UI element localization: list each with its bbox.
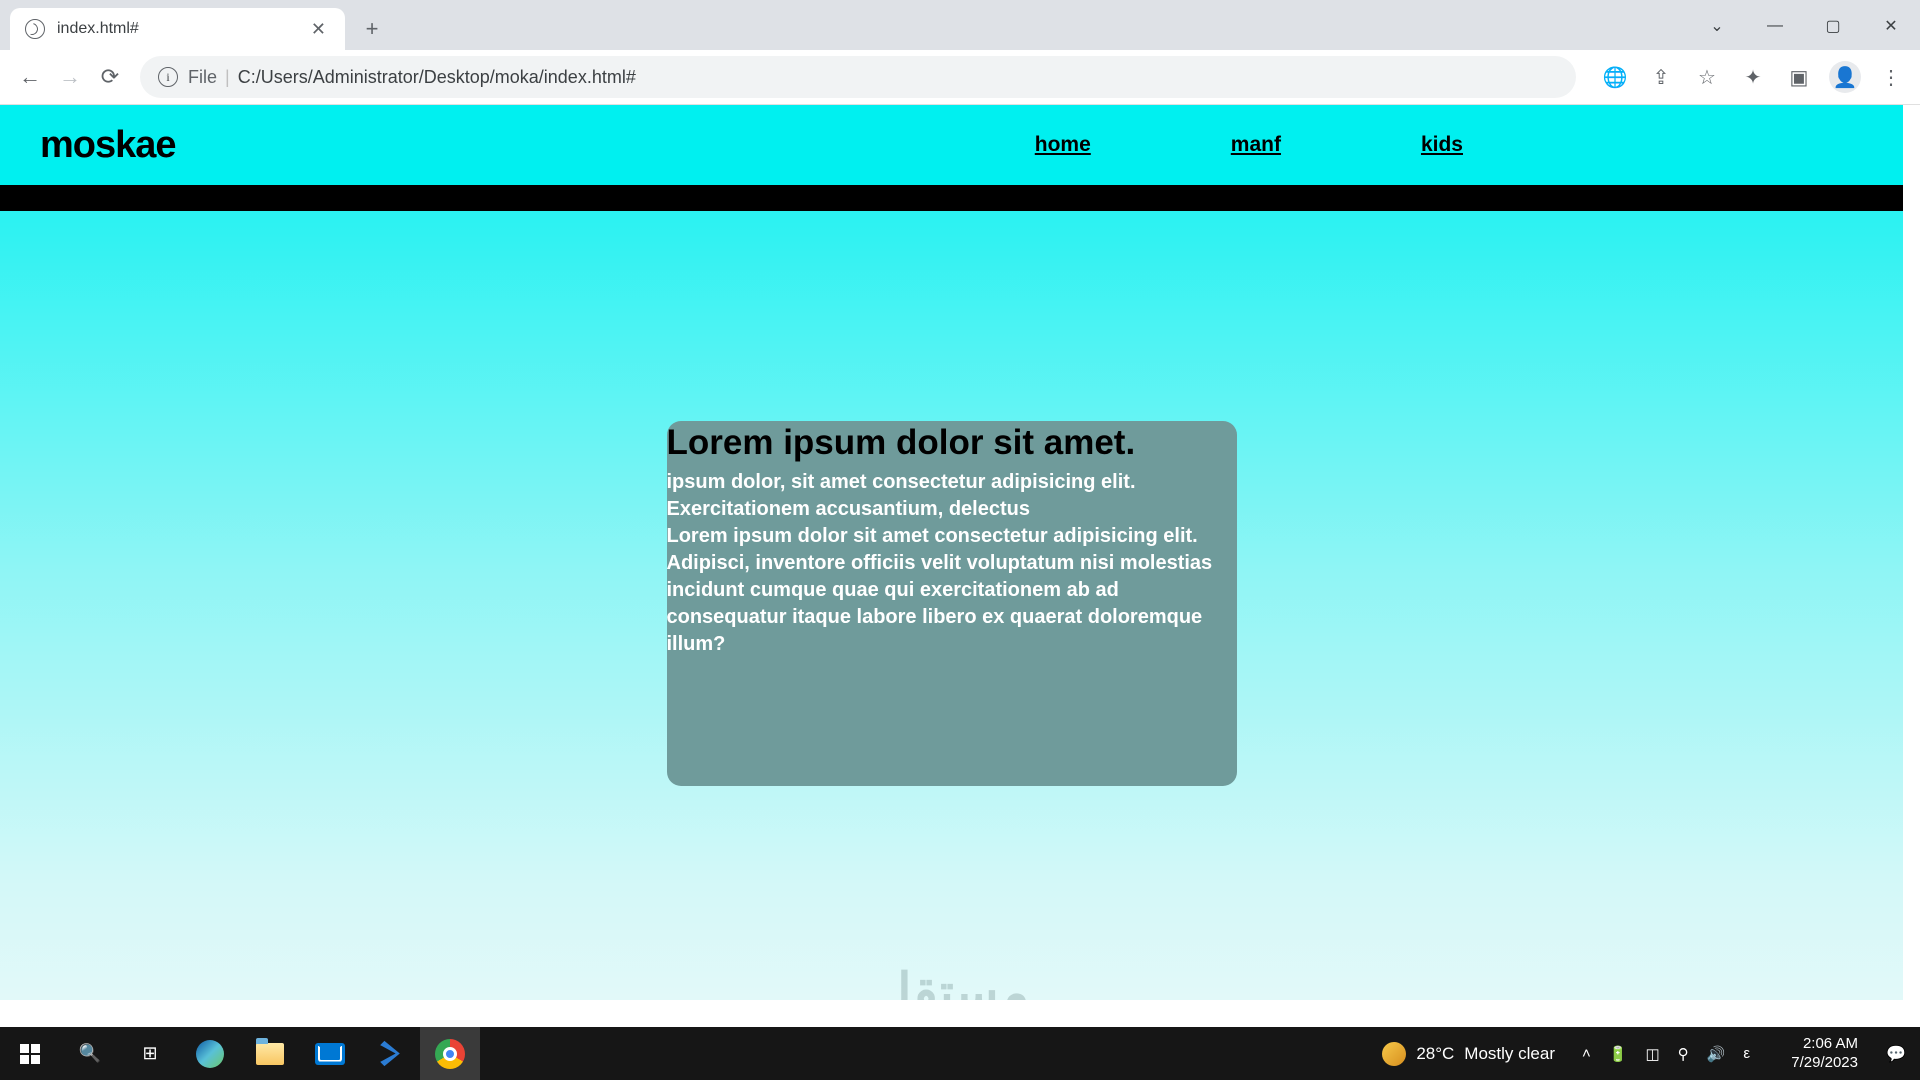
translate-icon[interactable]: 🌐 [1596, 58, 1634, 96]
minimize-button[interactable]: ― [1746, 5, 1804, 47]
main-nav: home manf kids [1035, 133, 1463, 157]
edge-icon [196, 1040, 224, 1068]
maximize-button[interactable]: ▢ [1804, 5, 1862, 47]
taskbar-app-mail[interactable] [300, 1027, 360, 1080]
nav-link-manf[interactable]: manf [1231, 133, 1281, 157]
windows-taskbar: 🔍 ⊞ 28°C Mostly clear ˄ 🔋 ◫ ⚲ 🔊 ε 2:06 A… [0, 1027, 1920, 1080]
divider-strip [0, 185, 1903, 211]
chrome-menu-icon[interactable]: ⋮ [1872, 58, 1910, 96]
windows-logo-icon [20, 1044, 40, 1064]
card-heading: Lorem ipsum dolor sit amet. [667, 421, 1237, 465]
address-bar[interactable]: i File | C:/Users/Administrator/Desktop/… [140, 56, 1576, 98]
tab-title: index.html# [57, 20, 307, 38]
battery-icon[interactable]: 🔋 [1609, 1045, 1628, 1063]
browser-toolbar: ← → ⟳ i File | C:/Users/Administrator/De… [0, 50, 1920, 105]
wifi-icon[interactable]: ⚲ [1678, 1045, 1689, 1063]
search-button[interactable]: 🔍 [60, 1027, 120, 1080]
tray-chevron-icon[interactable]: ˄ [1582, 1045, 1591, 1062]
side-panel-icon[interactable]: ▣ [1780, 58, 1818, 96]
browser-tab-strip: index.html# ✕ + ⌄ ― ▢ ✕ [0, 0, 1920, 50]
profile-button[interactable]: 👤 [1826, 58, 1864, 96]
reload-button[interactable]: ⟳ [90, 57, 130, 97]
webpage: moskae home manf kids Lorem ipsum dolor … [0, 105, 1903, 1000]
nav-link-kids[interactable]: kids [1421, 133, 1463, 157]
back-button[interactable]: ← [10, 57, 50, 97]
new-tab-button[interactable]: + [357, 14, 387, 44]
close-tab-icon[interactable]: ✕ [307, 19, 330, 40]
weather-widget[interactable]: 28°C Mostly clear [1367, 1042, 1570, 1066]
taskbar-app-edge[interactable] [180, 1027, 240, 1080]
task-view-button[interactable]: ⊞ [120, 1027, 180, 1080]
taskbar-app-explorer[interactable] [240, 1027, 300, 1080]
url-text: C:/Users/Administrator/Desktop/moka/inde… [238, 67, 636, 88]
page-viewport: moskae home manf kids Lorem ipsum dolor … [0, 105, 1920, 1000]
url-scheme-label: File [188, 67, 217, 88]
forward-button[interactable]: → [50, 57, 90, 97]
window-controls: ⌄ ― ▢ ✕ [1688, 5, 1920, 47]
card-paragraph-2: Lorem ipsum dolor sit amet consectetur a… [667, 523, 1237, 658]
share-icon[interactable]: ⇪ [1642, 58, 1680, 96]
hero-section: Lorem ipsum dolor sit amet. ipsum dolor,… [0, 211, 1903, 1000]
site-logo: moskae [40, 124, 176, 167]
taskbar-app-vscode[interactable] [360, 1027, 420, 1080]
weather-icon [1382, 1042, 1406, 1066]
tabs-dropdown-icon[interactable]: ⌄ [1688, 5, 1746, 47]
taskbar-clock[interactable]: 2:06 AM 7/29/2023 [1762, 1035, 1872, 1073]
nav-link-home[interactable]: home [1035, 133, 1091, 157]
clock-time: 2:06 AM [1776, 1035, 1858, 1054]
site-header: moskae home manf kids [0, 105, 1903, 185]
site-info-icon[interactable]: i [158, 67, 178, 87]
start-button[interactable] [0, 1027, 60, 1080]
weather-desc: Mostly clear [1464, 1044, 1555, 1064]
mail-icon [315, 1043, 345, 1065]
vscode-icon [376, 1040, 404, 1068]
weather-temp: 28°C [1416, 1044, 1454, 1064]
system-tray: ˄ 🔋 ◫ ⚲ 🔊 ε [1570, 1045, 1762, 1063]
watermark: مستقل mostaql.com [816, 965, 1087, 1000]
content-card: Lorem ipsum dolor sit amet. ipsum dolor,… [667, 421, 1237, 786]
action-center-button[interactable]: 💬 [1872, 1044, 1920, 1064]
meet-now-icon[interactable]: ◫ [1645, 1045, 1659, 1063]
folder-icon [256, 1043, 284, 1065]
bookmark-icon[interactable]: ☆ [1688, 58, 1726, 96]
close-window-button[interactable]: ✕ [1862, 5, 1920, 47]
card-paragraph-1: ipsum dolor, sit amet consectetur adipis… [667, 469, 1237, 523]
extensions-icon[interactable]: ✦ [1734, 58, 1772, 96]
browser-tab[interactable]: index.html# ✕ [10, 8, 345, 50]
globe-icon [25, 19, 45, 39]
chrome-icon [435, 1039, 465, 1069]
volume-icon[interactable]: 🔊 [1707, 1045, 1726, 1063]
language-indicator[interactable]: ε [1743, 1045, 1750, 1062]
taskbar-app-chrome[interactable] [420, 1027, 480, 1080]
clock-date: 7/29/2023 [1776, 1054, 1858, 1073]
